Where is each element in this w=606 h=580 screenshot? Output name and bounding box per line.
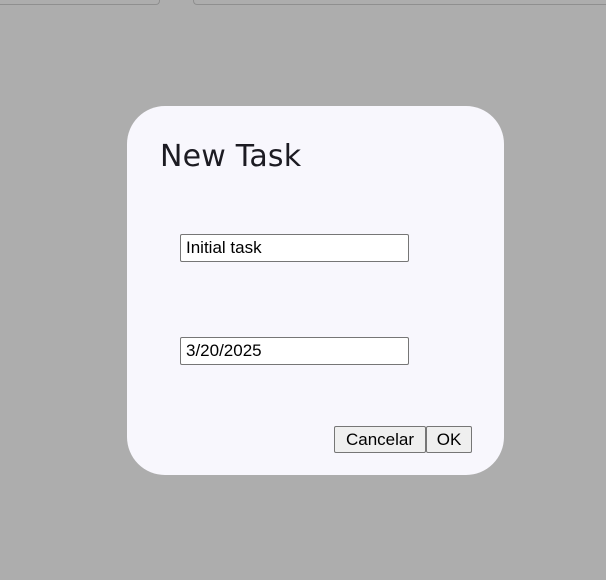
ok-button[interactable]: OK — [426, 426, 472, 453]
dialog-title: New Task — [160, 139, 302, 174]
task-name-input[interactable] — [180, 234, 409, 262]
dialog-actions: Cancelar OK — [334, 426, 472, 453]
new-task-dialog: New Task Cancelar OK — [127, 106, 504, 475]
background-tab-left — [0, 0, 160, 5]
task-date-input[interactable] — [180, 337, 409, 365]
cancel-button[interactable]: Cancelar — [334, 426, 426, 453]
background-tab-right — [193, 0, 606, 5]
page: New Task Cancelar OK — [0, 0, 606, 580]
